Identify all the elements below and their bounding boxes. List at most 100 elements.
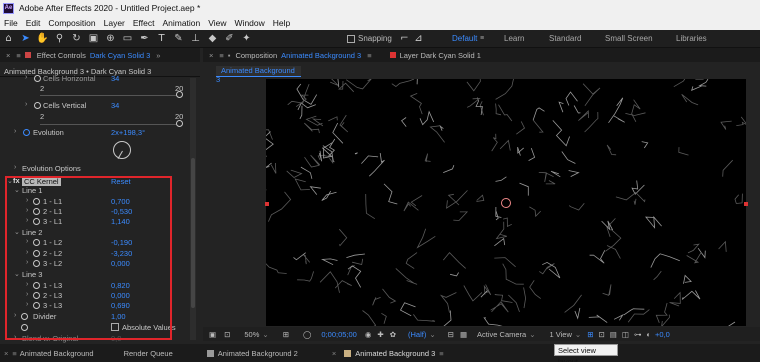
stopwatch-icon[interactable] <box>23 129 30 136</box>
roi-icon[interactable]: ⊟ <box>448 330 454 339</box>
hand-tool-icon[interactable]: ✋ <box>36 32 49 45</box>
evolution-value[interactable]: 2x+198,3° <box>111 128 145 137</box>
timeline-icon[interactable]: ◫ <box>622 330 629 339</box>
snapping-checkbox[interactable] <box>347 35 355 43</box>
composition-subtab[interactable]: Animated Background 3 <box>216 66 301 84</box>
stopwatch-icon[interactable] <box>34 75 41 82</box>
magnification-dropdown[interactable]: 50% <box>244 330 259 339</box>
toggle-pixel-aspect-icon[interactable]: ⊡ <box>599 330 605 339</box>
pattern-stroke <box>499 139 511 151</box>
brush-tool-icon[interactable]: ✎ <box>172 32 185 45</box>
tab-animated-background-3[interactable]: × Animated Background 3 ≡ <box>328 349 444 358</box>
pen-tool-icon[interactable]: ✒ <box>138 32 151 45</box>
chevron-down-icon[interactable]: ⌄ <box>575 330 581 339</box>
workspace-learn[interactable]: Learn <box>504 34 524 43</box>
menu-edit[interactable]: Edit <box>26 18 41 28</box>
cells-horizontal-slider[interactable] <box>40 95 182 96</box>
view-layout-icon[interactable]: ⊞ <box>587 330 593 339</box>
camera-tool-icon[interactable]: ▣ <box>87 32 100 45</box>
lock-icon[interactable]: ▪ <box>228 51 231 60</box>
pattern-stroke <box>346 253 365 258</box>
tab-animated-background-2[interactable]: Animated Background 2 <box>203 349 298 358</box>
menu-help[interactable]: Help <box>273 18 290 28</box>
rectangle-tool-icon[interactable]: ▭ <box>121 32 134 45</box>
pattern-stroke <box>528 147 536 161</box>
transparency-grid-icon[interactable]: ▦ <box>460 330 467 339</box>
menu-animation[interactable]: Animation <box>162 18 200 28</box>
snap-options-icon[interactable]: ⌐ <box>398 32 411 45</box>
mask-icon[interactable]: ◯ <box>303 330 311 339</box>
clone-stamp-tool-icon[interactable]: ⊥ <box>189 32 202 45</box>
lock-icon[interactable] <box>24 52 31 58</box>
workspace-menu-icon[interactable]: ≡ <box>480 35 484 42</box>
view-layout-dropdown[interactable]: 1 View <box>550 330 572 339</box>
composition-tab-name[interactable]: Animated Background 3 <box>281 51 361 60</box>
pattern-stroke <box>529 206 541 218</box>
close-icon[interactable]: × <box>6 51 10 60</box>
resolution-dropdown[interactable]: (Half) <box>408 330 426 339</box>
pattern-stroke <box>270 162 277 174</box>
overflow-icon[interactable]: » <box>156 51 160 60</box>
menu-effect[interactable]: Effect <box>133 18 155 28</box>
home-icon[interactable]: ⌂ <box>2 32 15 45</box>
roto-brush-tool-icon[interactable]: ✐ <box>223 32 236 45</box>
pan-behind-tool-icon[interactable]: ⊕ <box>104 32 117 45</box>
exposure-value[interactable]: +0,0 <box>655 330 670 339</box>
chevron-down-icon[interactable]: ⌄ <box>429 330 435 339</box>
workspace-default[interactable]: Default <box>452 34 477 43</box>
workspace-libraries[interactable]: Libraries <box>676 34 707 43</box>
effect-controls-tab[interactable]: × ≡ Effect Controls Dark Cyan Solid 3 » <box>0 48 200 62</box>
menu-layer[interactable]: Layer <box>104 18 125 28</box>
menu-composition[interactable]: Composition <box>48 18 95 28</box>
snap-edges-icon[interactable]: ⊿ <box>412 32 425 45</box>
type-tool-icon[interactable]: T <box>155 32 168 45</box>
panel-menu-icon[interactable]: ≡ <box>367 51 371 60</box>
flowchart-icon[interactable]: ⊶ <box>634 330 642 339</box>
layer-tab[interactable]: Layer Dark Cyan Solid 1 <box>400 51 481 60</box>
menu-view[interactable]: View <box>208 18 226 28</box>
fast-preview-icon[interactable]: ▤ <box>610 330 617 339</box>
pattern-stroke <box>443 164 455 173</box>
panel-menu-icon[interactable]: ≡ <box>219 51 223 60</box>
always-preview-icon[interactable]: ▣ <box>209 330 216 339</box>
cells-horizontal-value[interactable]: 34 <box>111 74 119 83</box>
cells-horizontal-slider-handle[interactable] <box>176 91 183 98</box>
scrollbar-thumb[interactable] <box>191 158 195 308</box>
channel-icon[interactable]: ✿ <box>390 330 396 339</box>
chevron-down-icon[interactable]: ⌄ <box>529 330 535 339</box>
menu-window[interactable]: Window <box>235 18 265 28</box>
anchor-point-icon[interactable] <box>501 198 511 208</box>
menu-file[interactable]: File <box>4 18 18 28</box>
tab-animated-background[interactable]: × ≡ Animated Background <box>0 349 94 358</box>
zoom-tool-icon[interactable]: ⚲ <box>53 32 66 45</box>
rotate-tool-icon[interactable]: ↻ <box>70 32 83 45</box>
evolution-angle-dial[interactable] <box>113 141 131 159</box>
cells-vertical-slider-handle[interactable] <box>176 120 183 127</box>
cells-vertical-slider[interactable] <box>40 124 182 125</box>
show-snapshot-icon[interactable]: ✚ <box>377 330 383 339</box>
evolution-options-label[interactable]: Evolution Options <box>22 164 81 173</box>
puppet-pin-tool-icon[interactable]: ✦ <box>240 32 253 45</box>
panel-menu-icon[interactable]: ≡ <box>16 51 20 60</box>
tab-render-queue[interactable]: Render Queue <box>124 349 173 358</box>
cells-vertical-value[interactable]: 34 <box>111 101 119 110</box>
workspace-standard[interactable]: Standard <box>549 34 581 43</box>
composition-tab-label[interactable]: Composition <box>235 51 277 60</box>
layer-handle-left[interactable] <box>265 202 269 206</box>
resolution-grid-icon[interactable]: ⊞ <box>283 330 289 339</box>
pattern-stroke <box>517 146 524 156</box>
snapshot-icon[interactable]: ◉ <box>365 330 372 339</box>
eraser-tool-icon[interactable]: ◆ <box>206 32 219 45</box>
camera-dropdown[interactable]: Active Camera <box>477 330 526 339</box>
region-icon[interactable]: ⊡ <box>224 330 230 339</box>
chevron-down-icon[interactable]: ⌄ <box>262 330 268 339</box>
pattern-stroke <box>330 79 339 86</box>
pattern-stroke <box>691 85 702 92</box>
workspace-small-screen[interactable]: Small Screen <box>605 34 653 43</box>
close-icon[interactable]: × <box>209 51 213 60</box>
exposure-icon[interactable]: ◐ <box>646 330 651 339</box>
current-time[interactable]: 0;00;05;00 <box>321 330 356 339</box>
stopwatch-icon[interactable] <box>34 102 41 109</box>
selection-tool-icon[interactable]: ➤ <box>19 32 32 45</box>
layer-handle-right[interactable] <box>744 202 748 206</box>
